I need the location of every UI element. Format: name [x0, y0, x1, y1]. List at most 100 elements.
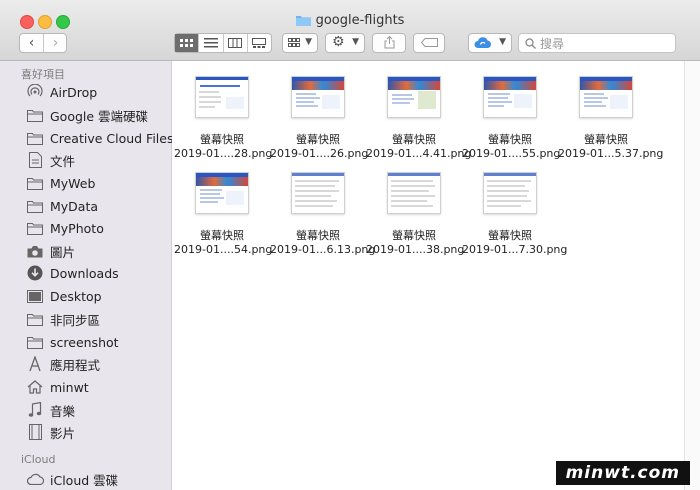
arrange-grid-icon: [288, 38, 300, 47]
chevron-right-icon: ›: [52, 35, 59, 51]
sidebar-item-label: MyData: [50, 198, 99, 214]
sidebar-item-label: 應用程式: [50, 357, 101, 373]
vertical-scrollbar[interactable]: [684, 61, 700, 490]
gallery-icon: [252, 38, 267, 48]
sidebar-item-music[interactable]: 音樂: [26, 400, 75, 420]
sidebar-item-label: MyPhoto: [50, 220, 104, 236]
file-item[interactable]: 螢幕快照 2019-01...5.37.png: [558, 76, 664, 161]
file-thumbnail: [291, 172, 345, 214]
sidebar-item-documents[interactable]: 文件: [26, 150, 75, 170]
chevron-down-icon: ▼: [305, 37, 312, 47]
sidebar-item-label: 影片: [50, 425, 76, 441]
sidebar-item-label: Google 雲端硬碟: [50, 108, 149, 124]
camera-icon: [26, 243, 44, 259]
file-item[interactable]: 螢幕快照 2019-01...4.41.png: [366, 76, 472, 161]
file-thumbnail: [579, 76, 633, 118]
folder-icon: [26, 130, 44, 146]
sidebar-item-label: Downloads: [50, 265, 119, 281]
file-item[interactable]: 螢幕快照 2019-01...7.30.png: [462, 172, 568, 257]
sidebar-item-label: minwt: [50, 379, 89, 395]
file-thumbnail: [195, 172, 249, 214]
tag-button[interactable]: [413, 33, 445, 53]
sidebar-item-label: 非同步區: [50, 312, 101, 328]
file-name: 螢幕快照 2019-01...5.37.png: [558, 133, 664, 160]
file-item[interactable]: 螢幕快照 2019-01....55.png: [462, 76, 560, 161]
sidebar-item-airdrop[interactable]: AirDrop: [26, 82, 97, 102]
navigation-group: ‹ ›: [19, 33, 67, 53]
gear-icon: ⚙: [332, 34, 345, 50]
sidebar: 喜好項目 AirDrop Google 雲端硬碟 Creative Cloud …: [0, 61, 174, 490]
sidebar-item-sync[interactable]: 非同步區: [26, 309, 100, 329]
cloud-sync-button[interactable]: ▼: [468, 33, 512, 53]
chevron-down-icon: ▼: [352, 37, 359, 47]
sidebar-item-label: 音樂: [50, 403, 76, 419]
sidebar-item-google-drive[interactable]: Google 雲端硬碟: [26, 105, 148, 125]
file-item[interactable]: 螢幕快照 2019-01....28.png: [174, 76, 273, 161]
desktop-icon: [26, 288, 44, 304]
chevron-left-icon: ‹: [28, 35, 35, 51]
home-icon: [26, 379, 44, 395]
column-view-button[interactable]: [224, 34, 248, 52]
sidebar-item-label: MyWeb: [50, 175, 96, 191]
sidebar-item-creative-cloud[interactable]: Creative Cloud Files: [26, 128, 174, 148]
sidebar-item-pictures[interactable]: 圖片: [26, 241, 75, 261]
window-title-label: google-flights: [315, 13, 405, 28]
file-item[interactable]: 螢幕快照 2019-01....54.png: [174, 172, 273, 257]
file-item[interactable]: 螢幕快照 2019-01...6.13.png: [270, 172, 376, 257]
file-name: 螢幕快照 2019-01....28.png: [174, 133, 273, 160]
search-field[interactable]: 搜尋: [518, 33, 676, 53]
sidebar-item-mydata[interactable]: MyData: [26, 196, 98, 216]
sidebar-item-myphoto[interactable]: MyPhoto: [26, 218, 104, 238]
movie-icon: [26, 424, 44, 440]
search-placeholder: 搜尋: [540, 36, 565, 51]
sidebar-item-label: Creative Cloud Files: [50, 130, 174, 146]
list-view-button[interactable]: [199, 34, 224, 52]
file-name: 螢幕快照 2019-01....38.png: [366, 229, 465, 256]
sidebar-section-icloud: iCloud: [21, 453, 56, 466]
file-thumbnail: [483, 172, 537, 214]
sidebar-item-desktop[interactable]: Desktop: [26, 286, 102, 306]
file-thumbnail: [291, 76, 345, 118]
sidebar-item-label: 文件: [50, 153, 76, 169]
icon-view-button[interactable]: [175, 34, 200, 52]
sidebar-item-downloads[interactable]: Downloads: [26, 263, 119, 283]
chevron-down-icon: ▼: [499, 37, 506, 47]
action-button[interactable]: ⚙ ▼: [325, 33, 365, 53]
file-name: 螢幕快照 2019-01....54.png: [174, 229, 273, 256]
back-button[interactable]: ‹: [20, 34, 44, 52]
file-thumbnail: [387, 76, 441, 118]
file-item[interactable]: 螢幕快照 2019-01....26.png: [270, 76, 368, 161]
file-name: 螢幕快照 2019-01...7.30.png: [462, 229, 568, 256]
sidebar-item-icloud-drive[interactable]: iCloud 雲碟: [26, 469, 118, 489]
arrange-button[interactable]: ▼: [282, 33, 318, 53]
sidebar-item-myweb[interactable]: MyWeb: [26, 173, 95, 193]
file-item[interactable]: 螢幕快照 2019-01....38.png: [366, 172, 465, 257]
sidebar-item-home[interactable]: minwt: [26, 377, 89, 397]
finder-window: google-flights ‹ › ▼ ⚙ ▼ ▼ 搜尋 喜好項目 AirDr…: [0, 0, 700, 490]
title-bar: google-flights ‹ › ▼ ⚙ ▼ ▼ 搜尋: [0, 0, 700, 61]
tag-icon: [421, 38, 438, 47]
sidebar-item-applications[interactable]: 應用程式: [26, 354, 100, 374]
sidebar-item-label: AirDrop: [50, 84, 98, 100]
folder-icon: [26, 107, 44, 123]
share-icon: [384, 36, 395, 49]
forward-button[interactable]: ›: [44, 34, 67, 52]
folder-icon: [26, 311, 44, 327]
share-button[interactable]: [372, 33, 406, 53]
search-icon: [525, 37, 536, 49]
file-grid: 螢幕快照 2019-01....28.png 螢幕快照 2019-01....26.…: [172, 61, 684, 490]
file-thumbnail: [195, 76, 249, 118]
sidebar-item-label: screenshot: [50, 334, 119, 350]
file-thumbnail: [387, 172, 441, 214]
file-name: 螢幕快照 2019-01...6.13.png: [270, 229, 376, 256]
sidebar-item-screenshot[interactable]: screenshot: [26, 332, 119, 352]
sidebar-item-label: 圖片: [50, 244, 76, 260]
download-icon: [26, 265, 44, 281]
cloud-sync-icon: [474, 37, 491, 48]
gallery-view-button[interactable]: [248, 34, 271, 52]
file-thumbnail: [483, 76, 537, 118]
sidebar-item-movies[interactable]: 影片: [26, 422, 75, 442]
folder-icon: [26, 220, 44, 236]
window-title: google-flights: [0, 13, 700, 28]
file-name: 螢幕快照 2019-01...4.41.png: [366, 133, 472, 160]
